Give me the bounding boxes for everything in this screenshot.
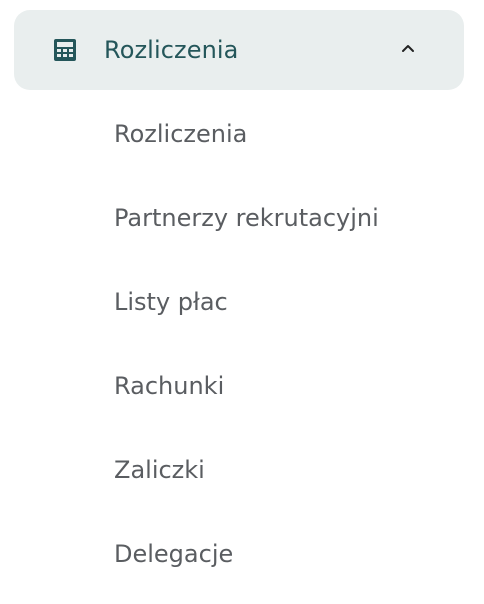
submenu-item-delegacje[interactable]: Delegacje xyxy=(104,526,444,582)
submenu-item-label: Partnerzy rekrutacyjni xyxy=(114,204,379,232)
submenu-item-rozliczenia[interactable]: Rozliczenia xyxy=(104,106,444,162)
submenu-item-label: Delegacje xyxy=(114,540,234,568)
submenu-item-label: Rozliczenia xyxy=(114,120,248,148)
submenu-item-label: Listy płac xyxy=(114,288,228,316)
submenu-item-listy-plac[interactable]: Listy płac xyxy=(104,274,444,330)
submenu-item-partnerzy-rekrutacyjni[interactable]: Partnerzy rekrutacyjni xyxy=(104,190,444,246)
submenu-item-label: Zaliczki xyxy=(114,456,205,484)
submenu-list: Rozliczenia Partnerzy rekrutacyjni Listy… xyxy=(0,0,484,604)
sidebar-menu: Rozliczenia Rozliczenia Partnerzy rekrut… xyxy=(0,0,484,604)
submenu-item-label: Rachunki xyxy=(114,372,225,400)
submenu-item-rachunki[interactable]: Rachunki xyxy=(104,358,444,414)
submenu-item-zaliczki[interactable]: Zaliczki xyxy=(104,442,444,498)
